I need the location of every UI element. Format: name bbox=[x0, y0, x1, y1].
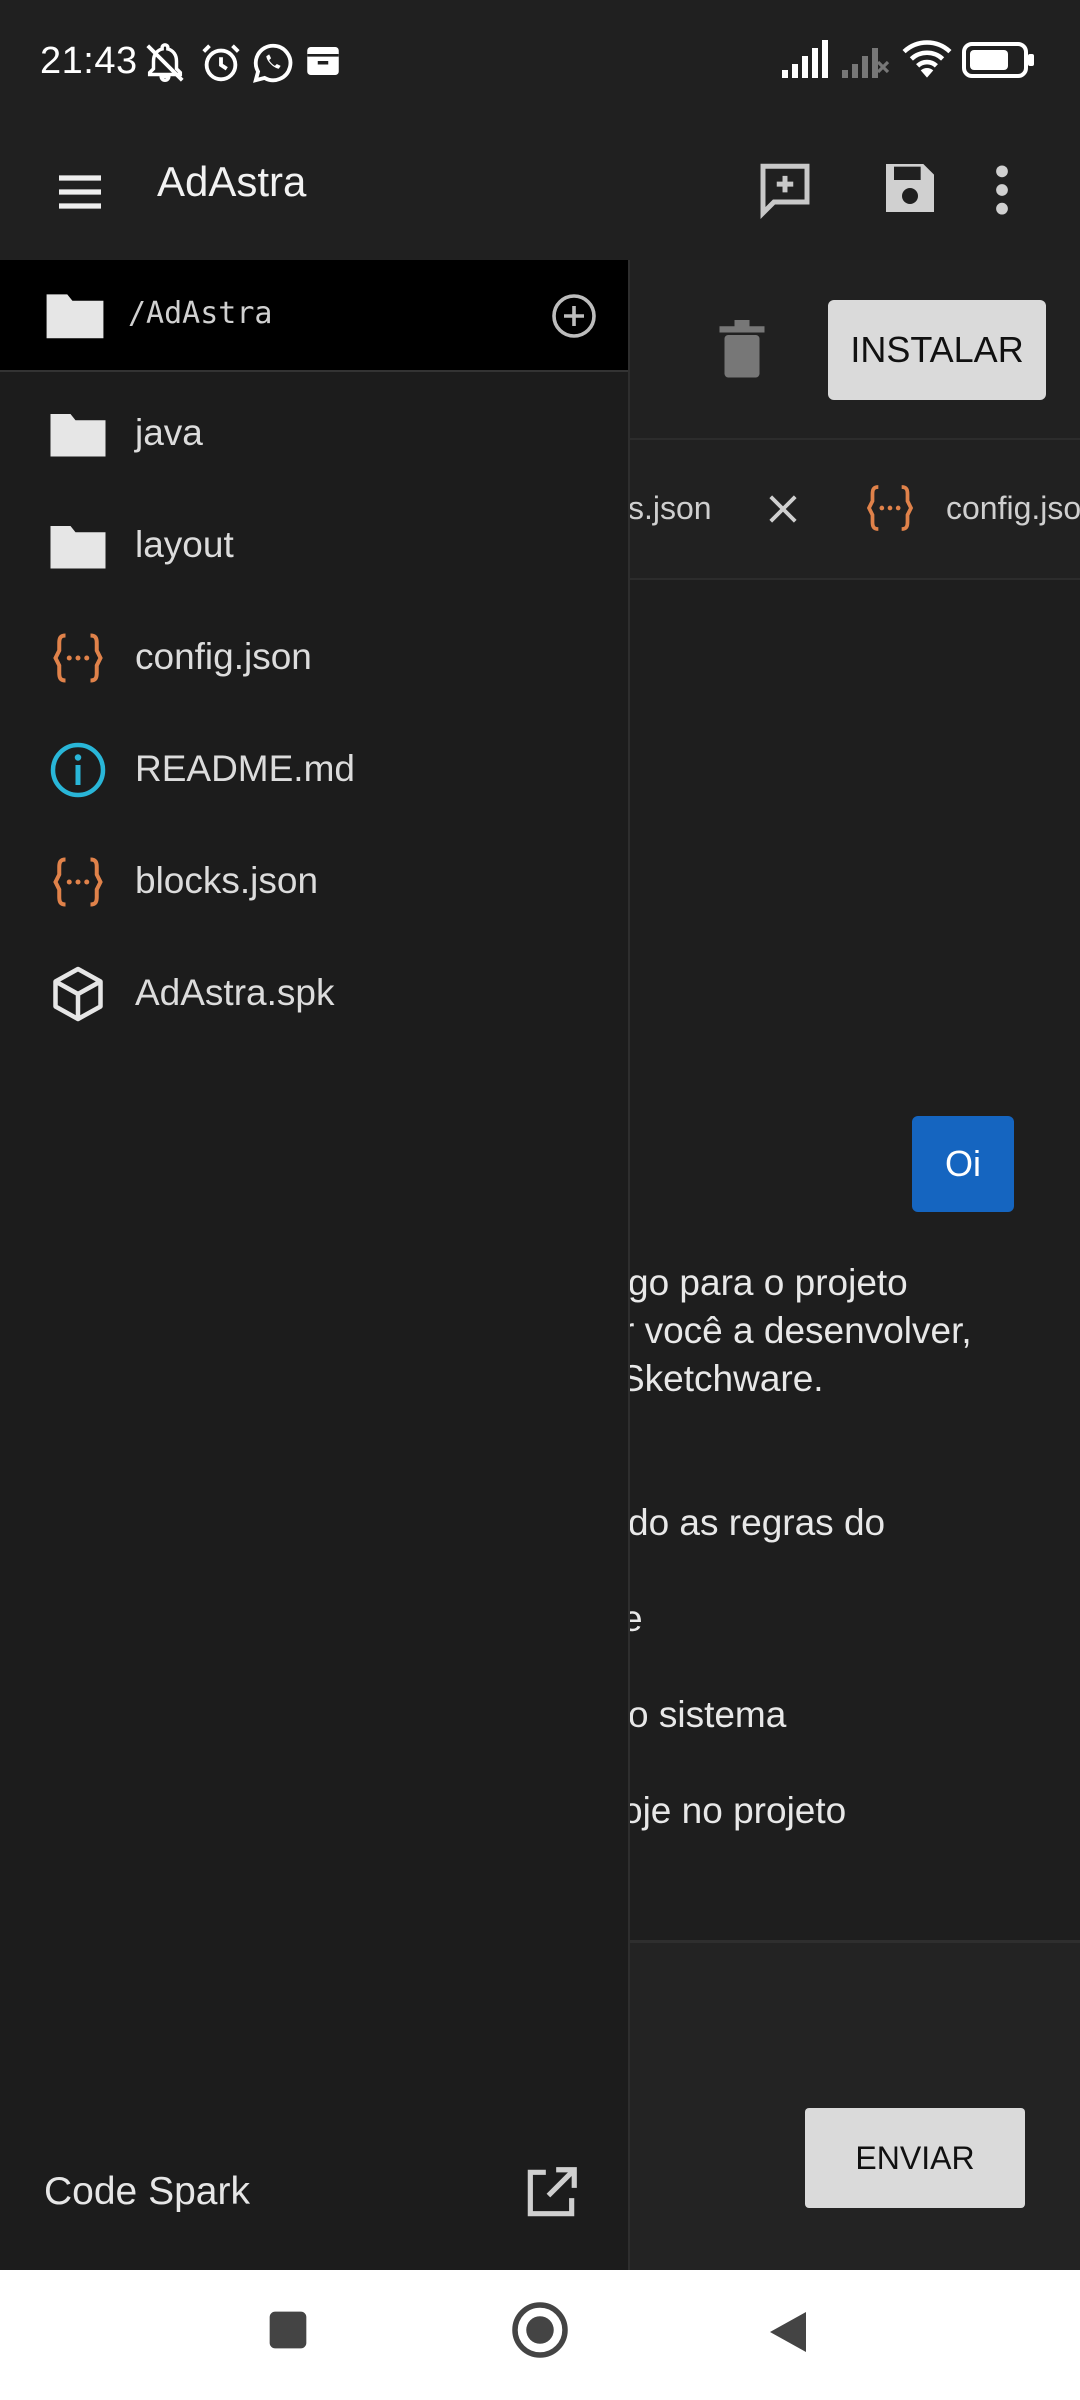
project-path: /AdAstra bbox=[128, 296, 273, 331]
package-icon bbox=[53, 966, 103, 1022]
send-button[interactable]: ENVIAR bbox=[805, 2108, 1025, 2208]
info-icon bbox=[50, 742, 106, 798]
folder-icon bbox=[50, 526, 106, 569]
battery-icon bbox=[962, 42, 1034, 78]
tree-item-readme[interactable]: README.md bbox=[0, 714, 628, 826]
open-external-icon[interactable] bbox=[520, 2162, 582, 2224]
signal-icon bbox=[782, 40, 828, 78]
tree-item-java[interactable]: java bbox=[0, 378, 628, 490]
alarm-icon bbox=[202, 44, 240, 82]
install-button[interactable]: INSTALAR bbox=[828, 300, 1046, 400]
tree-item-label: layout bbox=[135, 524, 234, 565]
add-icon[interactable] bbox=[550, 292, 598, 340]
home-icon[interactable] bbox=[510, 2300, 570, 2360]
assistant-line: r você a desenvolver, bbox=[622, 1310, 972, 1351]
tree-item-label: blocks.json bbox=[135, 860, 319, 901]
drawer-header: /AdAstra bbox=[0, 260, 628, 372]
assistant-line: o sistema bbox=[628, 1694, 787, 1735]
folder-icon bbox=[50, 414, 106, 457]
signal-2-icon bbox=[842, 48, 890, 78]
menu-icon[interactable] bbox=[52, 164, 108, 220]
system-nav-bar bbox=[0, 2270, 1080, 2400]
assistant-line: Sketchware. bbox=[620, 1358, 824, 1399]
screen: 21:43 AdAstra INSTALAR ks.json config.js… bbox=[0, 0, 1080, 2400]
delete-icon[interactable] bbox=[716, 320, 768, 380]
status-time: 21:43 bbox=[40, 40, 138, 82]
tree-item-label: README.md bbox=[135, 748, 355, 789]
tree-item-config-json[interactable]: config.json bbox=[0, 602, 628, 714]
json-icon bbox=[53, 857, 103, 907]
recents-icon[interactable] bbox=[266, 2308, 310, 2352]
back-icon[interactable] bbox=[766, 2308, 810, 2356]
file-drawer: /AdAstra java layout config.json README.… bbox=[0, 260, 630, 2270]
assistant-line: do as regras do bbox=[628, 1502, 886, 1543]
new-chat-icon[interactable] bbox=[752, 158, 818, 224]
tree-item-blocks-json[interactable]: blocks.json bbox=[0, 826, 628, 938]
notifications-off-icon bbox=[146, 43, 184, 82]
user-message-bubble: Oi bbox=[912, 1116, 1014, 1212]
tree-item-label: java bbox=[135, 412, 203, 453]
assistant-line: go para o projeto bbox=[628, 1262, 908, 1303]
wifi-icon bbox=[902, 40, 952, 78]
tree-item-label: config.json bbox=[135, 636, 312, 677]
json-icon bbox=[866, 485, 914, 531]
json-icon bbox=[53, 633, 103, 683]
close-icon[interactable] bbox=[762, 488, 804, 530]
drawer-footer-label: Code Spark bbox=[44, 2170, 250, 2213]
whatsapp-icon bbox=[253, 43, 293, 83]
tree-item-layout[interactable]: layout bbox=[0, 490, 628, 602]
tab-config-json[interactable]: config.jso bbox=[946, 490, 1080, 527]
app-title: AdAstra bbox=[157, 158, 307, 205]
app-bar: AdAstra bbox=[0, 128, 1080, 260]
save-icon[interactable] bbox=[878, 156, 942, 220]
tree-item-label: AdAstra.spk bbox=[135, 972, 335, 1013]
status-bar: 21:43 bbox=[0, 0, 1080, 128]
tree-item-adastra-spk[interactable]: AdAstra.spk bbox=[0, 938, 628, 1050]
more-vert-icon[interactable] bbox=[976, 158, 1028, 222]
archive-icon bbox=[307, 47, 339, 75]
folder-icon bbox=[46, 294, 104, 339]
assistant-line: oje no projeto bbox=[622, 1790, 847, 1831]
